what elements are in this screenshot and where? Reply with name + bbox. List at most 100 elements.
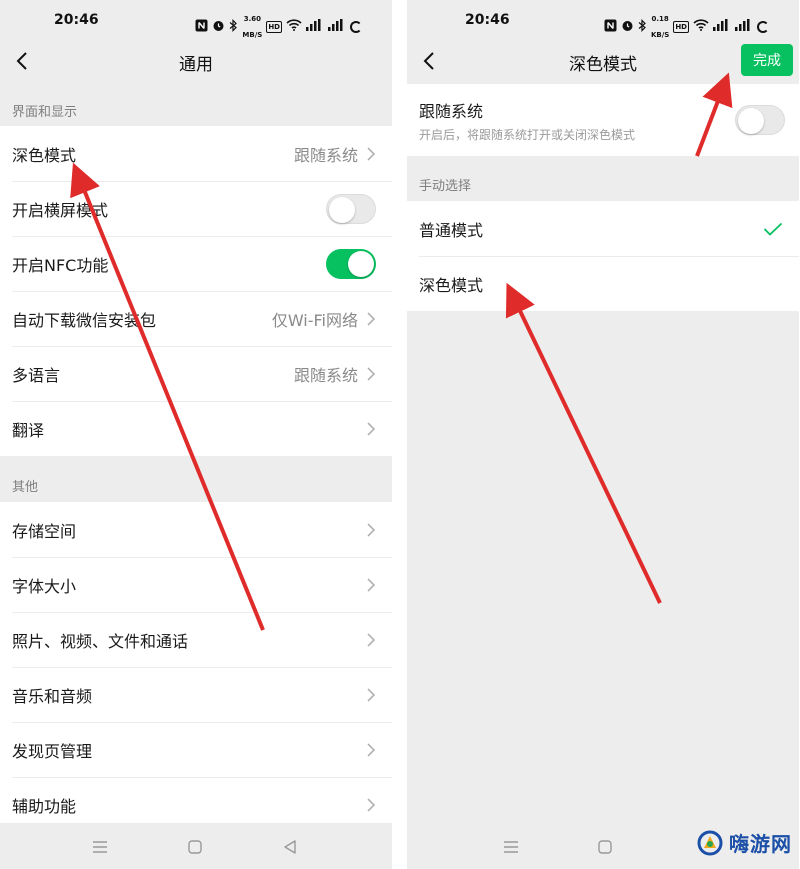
network-speed-value: 0.18 — [651, 15, 669, 23]
nfc-toggle[interactable] — [326, 248, 376, 279]
home-nav-icon[interactable] — [597, 839, 613, 855]
system-nav-bar — [0, 823, 392, 869]
settings-list-display: 深色模式 跟随系统 开启横屏模式 开启NFC功能 自动下载微信安装包 仅Wi-F… — [0, 126, 392, 456]
chevron-right-icon — [367, 577, 376, 592]
bluetooth-icon — [229, 18, 238, 36]
battery-icon — [350, 21, 362, 33]
setting-media[interactable]: 照片、视频、文件和通话 — [0, 612, 392, 667]
signal-icon — [306, 19, 324, 35]
toggle-knob — [348, 250, 374, 277]
chevron-right-icon — [367, 311, 376, 326]
setting-music-audio[interactable]: 音乐和音频 — [0, 667, 392, 722]
home-nav-icon[interactable] — [187, 839, 203, 855]
status-icons: 0.18 KB/S HD — [604, 11, 769, 43]
right-screen-dark-mode: 20:46 0.18 KB/S HD 深色模式 完成 跟随系统 开启后，将跟随系… — [407, 0, 799, 869]
hd-icon: HD — [673, 21, 689, 33]
setting-label: 发现页管理 — [12, 741, 93, 761]
watermark-logo-icon — [697, 830, 723, 855]
toggle-knob — [738, 108, 764, 134]
setting-value: 仅Wi-Fi网络 — [271, 310, 358, 330]
network-speed: 3.60 MB/S — [242, 11, 262, 43]
chevron-right-icon — [367, 632, 376, 647]
network-speed-unit: MB/S — [242, 31, 263, 39]
setting-label: 音乐和音频 — [12, 686, 93, 706]
watermark: 嗨游网 — [697, 828, 792, 857]
setting-language[interactable]: 多语言 跟随系统 — [0, 346, 392, 401]
network-speed: 0.18 KB/S — [651, 11, 669, 43]
nav-bar: 通用 — [0, 42, 392, 82]
page-title: 通用 — [179, 55, 213, 75]
alarm-icon — [212, 19, 225, 36]
section-header-manual: 手动选择 — [419, 179, 472, 194]
chevron-right-icon — [367, 421, 376, 436]
mode-options-list: 普通模式 深色模式 — [407, 201, 799, 311]
signal-icon — [328, 19, 346, 35]
follow-system-toggle[interactable] — [735, 105, 785, 135]
setting-label: 翻译 — [12, 420, 45, 440]
setting-value: 跟随系统 — [293, 145, 358, 165]
follow-system-text: 跟随系统 开启后，将跟随系统打开或关闭深色模式 — [419, 98, 735, 143]
setting-label: 开启NFC功能 — [12, 255, 109, 275]
option-dark-mode[interactable]: 深色模式 — [407, 256, 799, 311]
chevron-right-icon — [367, 366, 376, 381]
alarm-icon — [621, 19, 634, 36]
option-label: 普通模式 — [419, 220, 484, 240]
chevron-right-icon — [367, 797, 376, 812]
setting-label: 存储空间 — [12, 521, 77, 541]
wifi-icon — [286, 19, 302, 35]
left-screen-general-settings: 20:46 3.60 MB/S HD 通用 界面和显示 深色模式 跟随系统 开启… — [0, 0, 392, 869]
setting-label: 辅助功能 — [12, 796, 77, 816]
setting-label: 多语言 — [12, 365, 61, 385]
hd-icon: HD — [266, 21, 282, 33]
follow-system-description: 开启后，将跟随系统打开或关闭深色模式 — [419, 127, 636, 142]
status-time: 20:46 — [54, 12, 99, 28]
settings-list-other: 存储空间 字体大小 照片、视频、文件和通话 音乐和音频 发现页管理 辅助功能 — [0, 502, 392, 832]
nav-bar: 深色模式 完成 — [407, 42, 799, 82]
done-button[interactable]: 完成 — [741, 44, 793, 76]
option-normal-mode[interactable]: 普通模式 — [407, 201, 799, 256]
chevron-right-icon — [367, 522, 376, 537]
network-speed-value: 3.60 — [243, 15, 262, 23]
status-bar: 20:46 3.60 MB/S HD — [0, 0, 392, 42]
setting-follow-system: 跟随系统 开启后，将跟随系统打开或关闭深色模式 — [407, 84, 799, 156]
setting-label: 深色模式 — [12, 145, 77, 165]
landscape-toggle[interactable] — [326, 193, 376, 224]
watermark-text: 嗨游网 — [729, 832, 792, 856]
setting-discover-page[interactable]: 发现页管理 — [0, 722, 392, 777]
network-speed-unit: KB/S — [650, 31, 670, 39]
chevron-right-icon — [367, 146, 376, 161]
follow-system-list: 跟随系统 开启后，将跟随系统打开或关闭深色模式 — [407, 84, 799, 156]
section-header-other: 其他 — [12, 480, 39, 495]
setting-label: 开启横屏模式 — [12, 200, 109, 220]
chevron-right-icon — [367, 687, 376, 702]
setting-font-size[interactable]: 字体大小 — [0, 557, 392, 612]
signal-icon — [735, 19, 753, 35]
check-icon — [763, 222, 783, 236]
menu-nav-icon[interactable] — [503, 839, 519, 855]
option-label: 深色模式 — [419, 275, 484, 295]
setting-translate[interactable]: 翻译 — [0, 401, 392, 456]
signal-icon — [713, 19, 731, 35]
setting-label: 自动下载微信安装包 — [12, 310, 157, 330]
setting-value: 跟随系统 — [293, 365, 358, 385]
setting-storage[interactable]: 存储空间 — [0, 502, 392, 557]
setting-label: 照片、视频、文件和通话 — [12, 631, 189, 651]
section-header-display: 界面和显示 — [12, 105, 78, 120]
menu-nav-icon[interactable] — [92, 839, 108, 855]
setting-nfc: 开启NFC功能 — [0, 236, 392, 291]
wifi-icon — [693, 19, 709, 35]
setting-auto-download[interactable]: 自动下载微信安装包 仅Wi-Fi网络 — [0, 291, 392, 346]
setting-dark-mode[interactable]: 深色模式 跟随系统 — [0, 126, 392, 181]
follow-system-label: 跟随系统 — [419, 101, 484, 121]
chevron-right-icon — [367, 742, 376, 757]
nfc-icon — [195, 19, 208, 36]
setting-landscape-mode: 开启横屏模式 — [0, 181, 392, 236]
status-time: 20:46 — [465, 12, 510, 28]
status-icons: 3.60 MB/S HD — [195, 11, 362, 43]
toggle-knob — [329, 196, 355, 223]
back-nav-icon[interactable] — [282, 839, 298, 855]
battery-icon — [757, 21, 769, 33]
status-bar: 20:46 0.18 KB/S HD — [407, 0, 799, 42]
bluetooth-icon — [638, 18, 647, 36]
setting-label: 字体大小 — [12, 576, 77, 596]
